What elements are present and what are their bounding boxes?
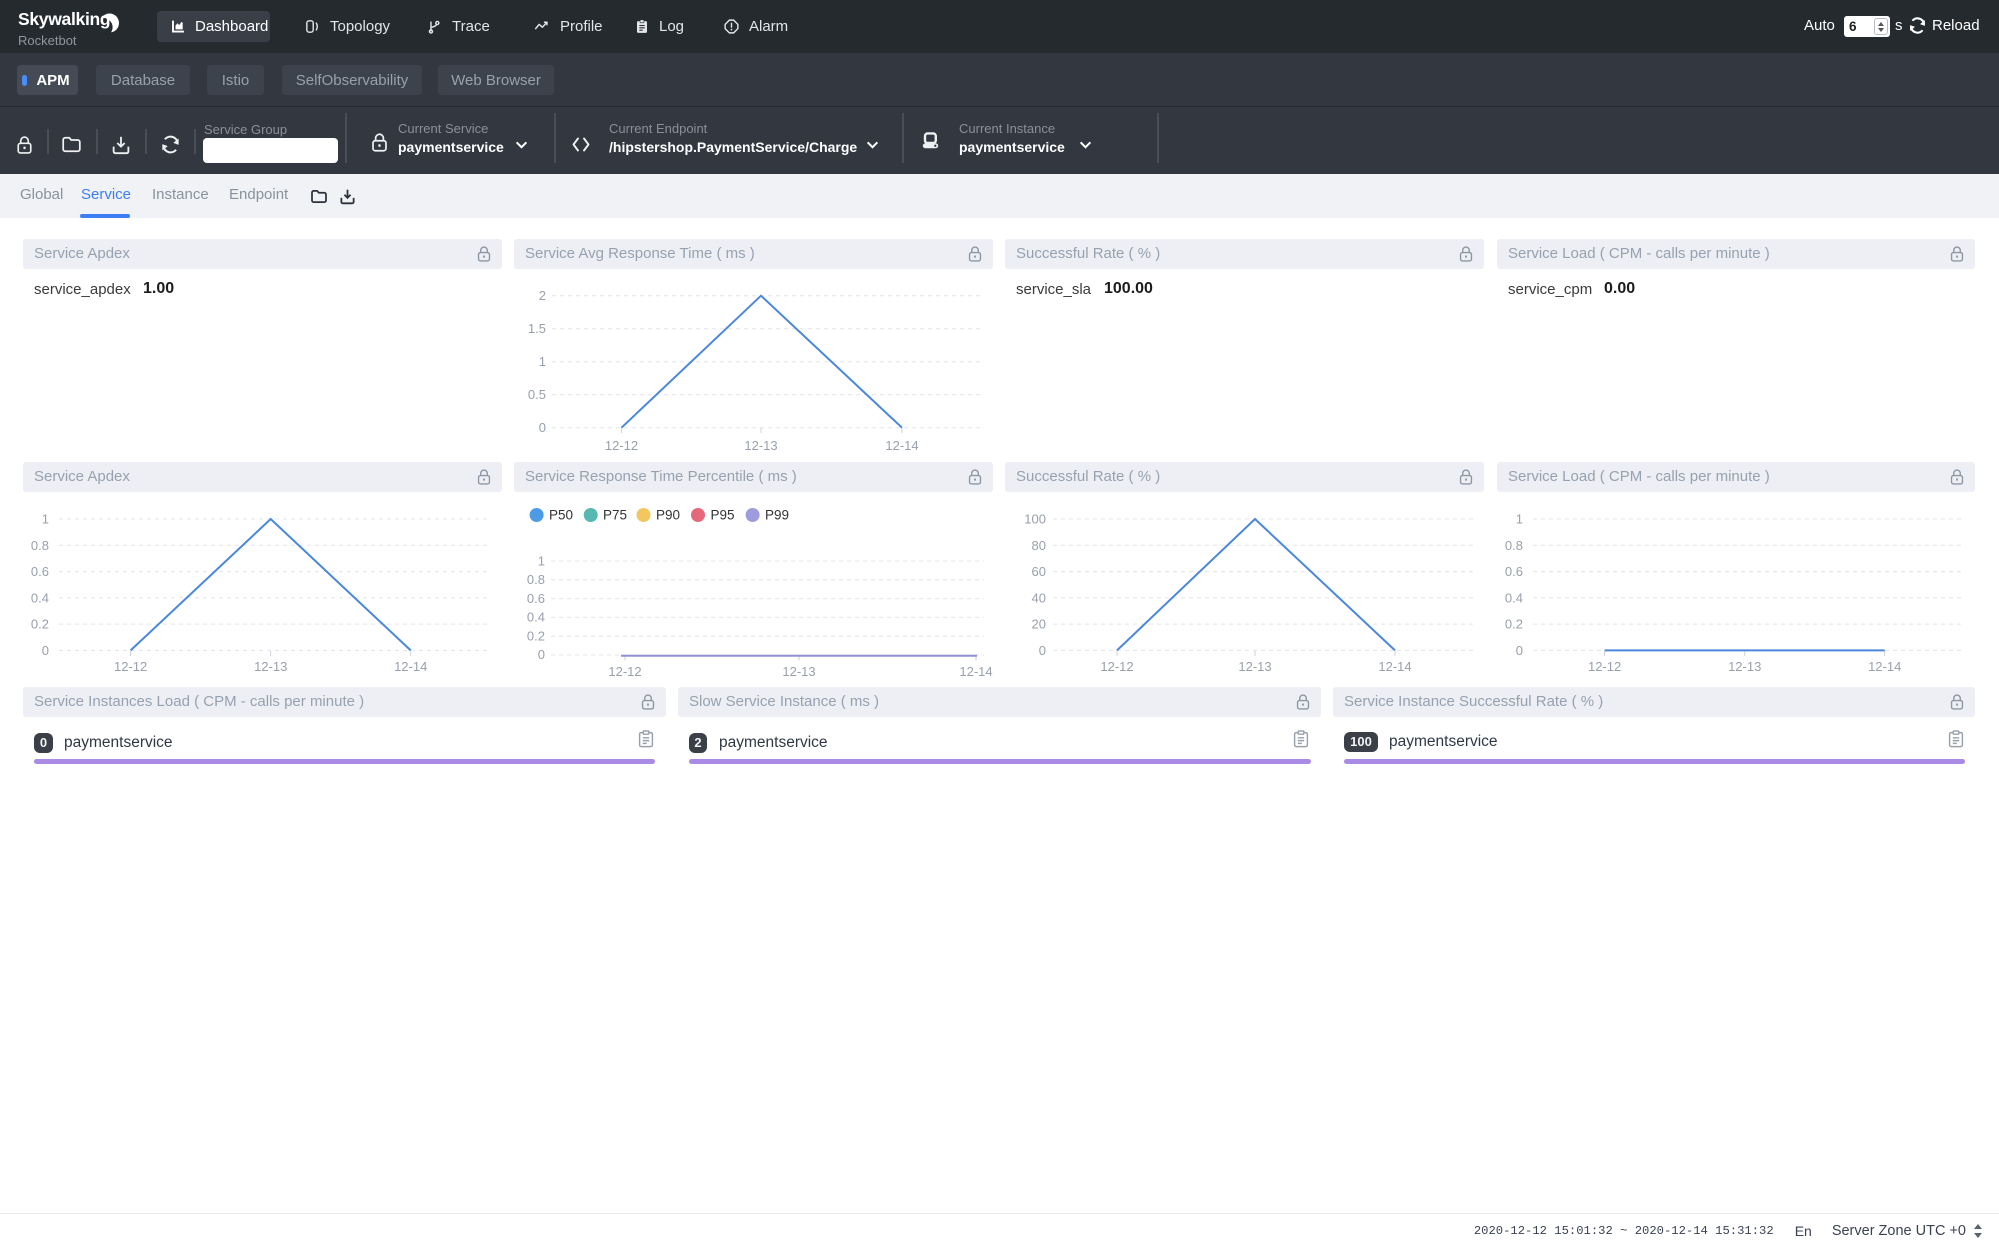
svg-text:P90: P90 <box>656 508 680 523</box>
svg-text:0.8: 0.8 <box>1505 538 1523 553</box>
svg-text:60: 60 <box>1032 564 1046 579</box>
svg-text:0.2: 0.2 <box>527 628 545 643</box>
svg-text:12-14: 12-14 <box>959 664 992 679</box>
svg-text:12-14: 12-14 <box>885 438 918 453</box>
svg-text:P99: P99 <box>765 508 789 523</box>
svg-text:12-13: 12-13 <box>744 438 777 453</box>
svg-text:12-12: 12-12 <box>114 659 147 674</box>
svg-text:12-12: 12-12 <box>1588 659 1621 674</box>
svg-text:12-13: 12-13 <box>254 659 287 674</box>
svg-text:1: 1 <box>1516 512 1523 527</box>
svg-text:40: 40 <box>1032 590 1046 605</box>
svg-text:12-12: 12-12 <box>1100 659 1133 674</box>
svg-text:0: 0 <box>538 647 545 662</box>
svg-text:1.5: 1.5 <box>528 321 546 336</box>
svg-text:80: 80 <box>1032 538 1046 553</box>
svg-text:1: 1 <box>42 512 49 527</box>
svg-text:0.6: 0.6 <box>527 591 545 606</box>
svg-text:0: 0 <box>42 643 49 658</box>
svg-text:12-14: 12-14 <box>394 659 427 674</box>
svg-text:0.4: 0.4 <box>31 590 49 605</box>
svg-text:12-13: 12-13 <box>782 664 815 679</box>
svg-text:12-13: 12-13 <box>1728 659 1761 674</box>
svg-text:1: 1 <box>538 553 545 568</box>
svg-text:0.2: 0.2 <box>31 617 49 632</box>
svg-text:0: 0 <box>539 420 546 435</box>
svg-text:12-12: 12-12 <box>605 438 638 453</box>
svg-text:0.6: 0.6 <box>31 564 49 579</box>
svg-text:0: 0 <box>1039 643 1046 658</box>
svg-text:12-13: 12-13 <box>1238 659 1271 674</box>
svg-text:0.4: 0.4 <box>527 610 545 625</box>
svg-text:0.6: 0.6 <box>1505 564 1523 579</box>
svg-text:1: 1 <box>539 354 546 369</box>
svg-text:12-12: 12-12 <box>608 664 641 679</box>
svg-text:0.2: 0.2 <box>1505 617 1523 632</box>
svg-text:0.8: 0.8 <box>31 538 49 553</box>
svg-text:12-14: 12-14 <box>1868 659 1901 674</box>
svg-text:P50: P50 <box>549 508 573 523</box>
svg-text:100: 100 <box>1024 512 1046 527</box>
svg-text:12-14: 12-14 <box>1378 659 1411 674</box>
svg-text:P95: P95 <box>711 508 735 523</box>
svg-text:20: 20 <box>1032 617 1046 632</box>
svg-text:P75: P75 <box>603 508 627 523</box>
svg-text:0.8: 0.8 <box>527 572 545 587</box>
svg-text:0.4: 0.4 <box>1505 590 1523 605</box>
svg-text:0.5: 0.5 <box>528 387 546 402</box>
svg-text:2: 2 <box>539 288 546 303</box>
svg-text:0: 0 <box>1516 643 1523 658</box>
